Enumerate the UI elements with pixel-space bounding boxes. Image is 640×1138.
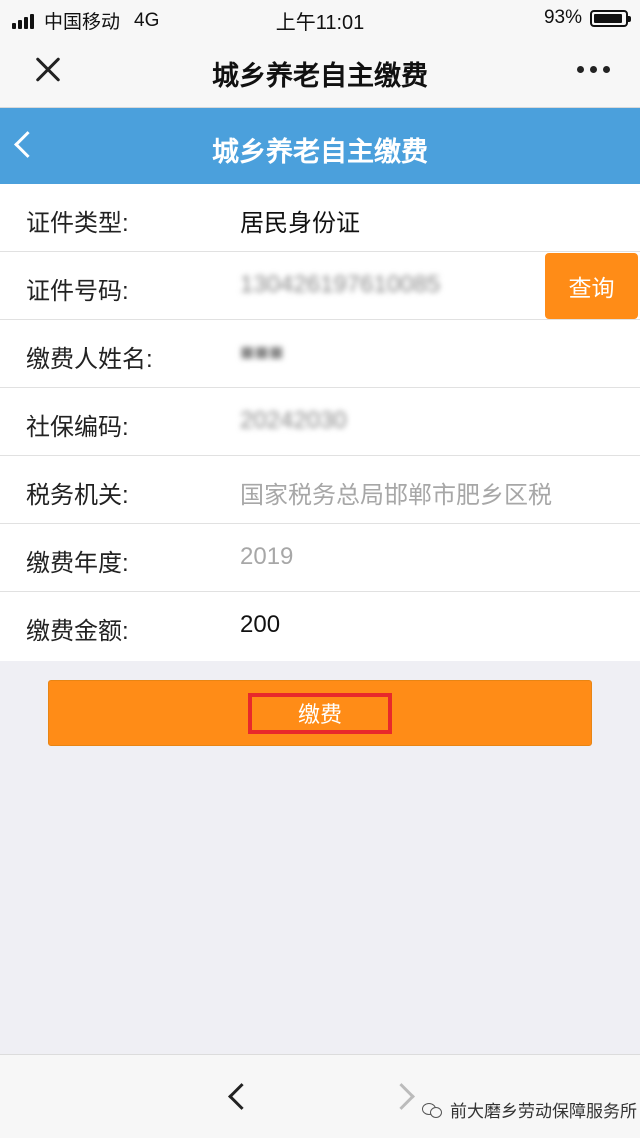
tax-office-label: 税务机关:: [26, 482, 129, 509]
form-row-social-code: 社保编码: 20242030: [0, 388, 640, 456]
form-row-payer-name: 缴费人姓名: ■■■: [0, 320, 640, 388]
pay-button[interactable]: 缴费: [48, 680, 592, 746]
status-bar: 中国移动 4G 上午11:01 93%: [0, 0, 640, 36]
form-row-amount: 缴费金额: 200: [0, 592, 640, 661]
id-number-label: 证件号码:: [26, 278, 129, 305]
form-row-id-number: 证件号码: 130426197610085 查询: [0, 252, 640, 320]
pay-button-label: 缴费: [248, 692, 392, 734]
battery-percent: 93%: [543, 7, 582, 28]
social-code-label: 社保编码:: [26, 414, 129, 441]
wechat-nav-title: 城乡养老自主缴费: [212, 61, 428, 91]
bottom-nav-bar: 前大磨乡劳动保障服务所: [0, 1054, 640, 1138]
social-code-value: 20242030: [240, 407, 347, 434]
form-row-tax-office: 税务机关: 国家税务总局邯郸市肥乡区税: [0, 456, 640, 524]
tax-office-value: 国家税务总局邯郸市肥乡区税: [240, 482, 552, 509]
payment-amount-input[interactable]: 200: [240, 611, 280, 639]
watermark: 前大磨乡劳动保障服务所: [422, 1097, 637, 1122]
payment-year-value: 2019: [240, 543, 294, 570]
more-icon[interactable]: [577, 66, 610, 73]
payer-name-label: 缴费人姓名:: [26, 346, 153, 373]
chevron-left-icon[interactable]: [228, 1083, 255, 1110]
payer-name-value: ■■■: [240, 339, 284, 366]
id-type-select[interactable]: 居民身份证: [240, 203, 360, 238]
page-title: 城乡养老自主缴费: [212, 137, 428, 167]
form-row-id-type: 证件类型: 居民身份证: [0, 184, 640, 252]
id-type-label: 证件类型:: [26, 210, 129, 237]
payment-form: 证件类型: 居民身份证 证件号码: 130426197610085 查询 缴费人…: [0, 184, 640, 661]
battery-icon: [590, 9, 631, 27]
form-row-year: 缴费年度: 2019: [0, 524, 640, 592]
payment-amount-label: 缴费金额:: [26, 618, 129, 645]
payment-year-label: 缴费年度:: [26, 550, 129, 577]
chevron-right-icon[interactable]: [388, 1083, 415, 1110]
id-number-input[interactable]: 130426197610085: [240, 271, 440, 299]
watermark-text: 前大磨乡劳动保障服务所: [450, 1102, 637, 1121]
wechat-icon: [422, 1102, 444, 1118]
wechat-nav-bar: 城乡养老自主缴费: [0, 36, 640, 108]
page-header: 城乡养老自主缴费: [0, 108, 640, 184]
query-button[interactable]: 查询: [545, 253, 638, 319]
